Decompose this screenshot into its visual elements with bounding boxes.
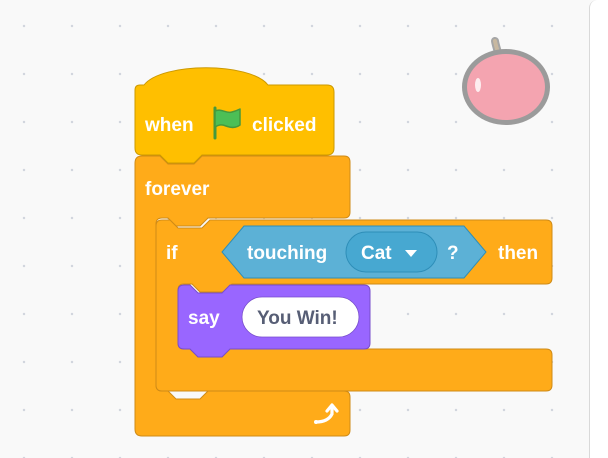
- touching-label: touching: [247, 243, 327, 264]
- script-stack: forever if then touching Cat ? say You W…: [134, 67, 553, 437]
- message-text: You Win!: [257, 308, 338, 329]
- then-label: then: [498, 243, 538, 264]
- say-block[interactable]: say You Win!: [177, 284, 371, 358]
- scripts-workspace[interactable]: forever if then touching Cat ? say You W…: [0, 0, 608, 458]
- dropdown-value: Cat: [361, 243, 392, 264]
- when-flag-clicked-block[interactable]: when clicked: [134, 67, 335, 164]
- when-label: when: [144, 115, 194, 136]
- if-label: if: [166, 243, 178, 264]
- touching-block[interactable]: touching Cat ?: [221, 225, 487, 279]
- forever-label: forever: [145, 179, 210, 200]
- clicked-label: clicked: [252, 115, 316, 136]
- sprite-dropdown[interactable]: Cat: [345, 231, 438, 273]
- question-mark: ?: [447, 243, 459, 264]
- say-label: say: [188, 308, 220, 329]
